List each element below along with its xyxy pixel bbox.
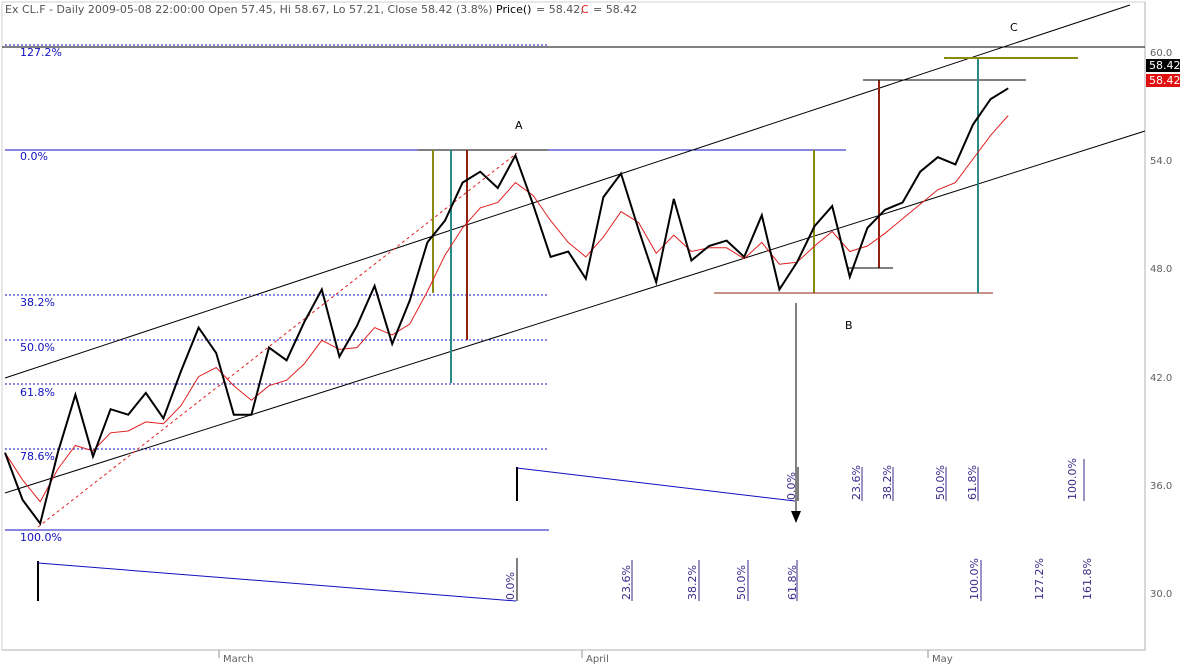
x-tick-label-march: March — [223, 654, 253, 665]
channel-lower-line — [4, 130, 1146, 494]
fib-label-382: 38.2% — [20, 296, 55, 309]
time-zone-label: 38.2% — [686, 565, 699, 600]
y-tick-label: 48.0 — [1150, 264, 1172, 275]
fib-time-zones-lower[interactable]: 0.0% 23.6% 38.2% 50.0% 61.8% 100.0% 127.… — [37, 558, 1094, 602]
series-layer — [4, 87, 1009, 526]
y-tick-label: 36.0 — [1150, 481, 1172, 492]
time-zone-label: 61.8% — [966, 465, 979, 500]
price-series-line[interactable] — [4, 87, 1009, 526]
time-zone-label: 0.0% — [504, 572, 517, 600]
y-tick-label: 60.0 — [1150, 48, 1172, 59]
chart-header-price-label: Price() — [496, 3, 531, 16]
chart-container[interactable]: Ex CL.F - Daily 2009-05-08 22:00:00 Open… — [0, 0, 1204, 667]
point-label-a: A — [515, 119, 523, 132]
time-zone-label: 23.6% — [620, 565, 633, 600]
fib-label-100: 100.0% — [20, 531, 62, 544]
y-tick-label: 30.0 — [1150, 589, 1172, 600]
y-tick-label: 54.0 — [1150, 156, 1172, 167]
channel-upper-line — [4, 4, 1131, 379]
point-label-b: B — [845, 319, 853, 332]
time-zone-label: 100.0% — [1066, 458, 1079, 500]
x-tick-label-may: May — [932, 654, 953, 665]
time-zone-diagonal — [516, 467, 796, 502]
fib-time-zones-upper[interactable]: 0.0% 23.6% 38.2% 50.0% 61.8% 100.0% — [516, 458, 1085, 502]
price-tag-black-label: 58.42 — [1149, 59, 1181, 72]
time-zone-label: 0.0% — [785, 472, 798, 500]
time-zone-label: 61.8% — [786, 565, 799, 600]
fib-label-127: 127.2% — [20, 46, 62, 59]
fib-label-786: 78.6% — [20, 450, 55, 463]
down-arrow-icon — [791, 511, 801, 523]
time-zone-label: 38.2% — [881, 465, 894, 500]
time-zone-label: 50.0% — [735, 565, 748, 600]
fib-label-0: 0.0% — [20, 150, 48, 163]
projection-lines[interactable] — [418, 57, 1078, 383]
time-zone-label: 127.2% — [1033, 558, 1046, 600]
time-zone-label: 50.0% — [934, 465, 947, 500]
y-tick-label: 42.0 — [1150, 373, 1172, 384]
time-zone-label: 161.8% — [1081, 558, 1094, 600]
x-tick-label-april: April — [586, 654, 609, 665]
point-label-c: C — [1010, 21, 1018, 34]
fib-label-618: 61.8% — [20, 386, 55, 399]
time-zone-label: 23.6% — [850, 465, 863, 500]
chart-header-c-label: C — [581, 3, 589, 16]
price-chart[interactable]: Ex CL.F - Daily 2009-05-08 22:00:00 Open… — [0, 0, 1204, 667]
plot-frame — [1, 1, 1146, 651]
time-zone-diagonal — [37, 562, 517, 602]
time-zone-label: 100.0% — [968, 558, 981, 600]
price-tag-red-label: 58.42 — [1149, 74, 1181, 87]
fib-label-500: 50.0% — [20, 341, 55, 354]
chart-header-symbol: Ex CL.F - Daily 2009-05-08 22:00:00 Open… — [5, 3, 493, 16]
chart-header-price-value: = 58.42, — [536, 3, 584, 16]
chart-header-c-value: = 58.42 — [593, 3, 637, 16]
